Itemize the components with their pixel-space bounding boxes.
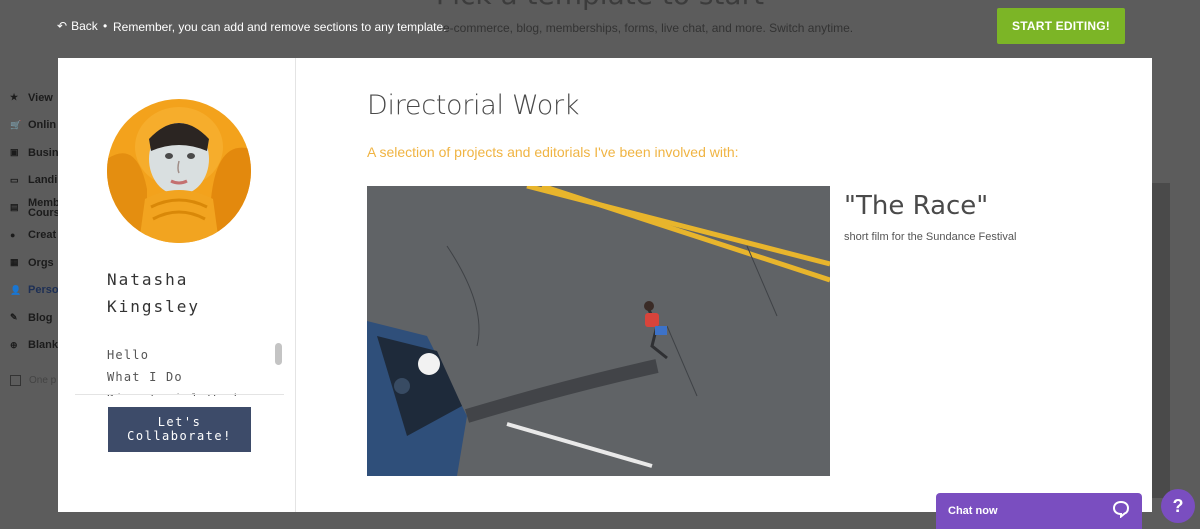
nav-divider: [75, 394, 284, 395]
separator-dot: •: [103, 19, 108, 33]
profile-nav: Hello What I Do Directorial Work: [107, 344, 277, 396]
plus-circle-icon: ⊕: [10, 339, 18, 350]
briefcase-icon: ▣: [10, 147, 19, 158]
chat-bubble-icon: [1112, 500, 1130, 523]
window-icon: ▭: [10, 174, 19, 185]
background-subtext: e-commerce, blog, memberships, forms, li…: [443, 21, 854, 35]
back-arrow-icon: ↶: [57, 19, 68, 33]
back-button[interactable]: ↶ Back: [57, 19, 98, 33]
collaborate-button[interactable]: Let's Collaborate!: [108, 407, 251, 452]
project-title: "The Race": [844, 191, 989, 221]
pencil-icon: ✎: [10, 312, 18, 323]
start-editing-button[interactable]: START EDITING!: [997, 8, 1125, 44]
building-icon: ▦: [10, 257, 19, 268]
project-description: short film for the Sundance Festival: [844, 231, 1017, 243]
card-icon: ▤: [10, 202, 19, 213]
chat-label: Chat now: [948, 505, 998, 517]
star-icon: ★: [10, 92, 19, 103]
checkbox-icon[interactable]: [10, 375, 21, 387]
section-title: Directorial Work: [367, 90, 580, 121]
profile-name: Natasha Kingsley: [107, 270, 201, 316]
nav-item-hello[interactable]: Hello: [107, 344, 277, 366]
reminder-text: Remember, you can add and remove section…: [113, 20, 447, 34]
palette-icon: ●: [10, 230, 16, 241]
template-preview: Natasha Kingsley Hello What I Do Directo…: [58, 58, 1152, 512]
project-image: [367, 186, 830, 476]
nav-item-what-i-do[interactable]: What I Do: [107, 366, 277, 388]
help-button[interactable]: ?: [1161, 489, 1195, 523]
section-subtitle: A selection of projects and editorials I…: [367, 144, 739, 160]
chat-widget[interactable]: Chat now: [936, 493, 1142, 529]
profile-avatar: [107, 99, 251, 243]
work-section: Directorial Work A selection of projects…: [297, 58, 1152, 512]
nav-scrollbar[interactable]: [275, 343, 282, 365]
person-icon: 👤: [10, 284, 22, 295]
cart-icon: 🛒: [10, 119, 22, 130]
profile-sidebar: Natasha Kingsley Hello What I Do Directo…: [58, 58, 296, 512]
